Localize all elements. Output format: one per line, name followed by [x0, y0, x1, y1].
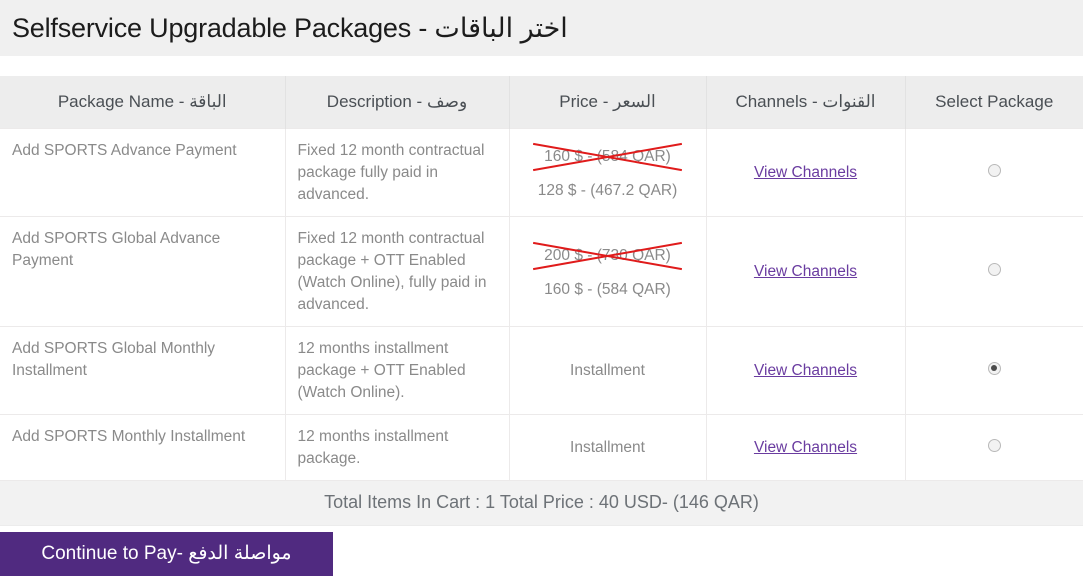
- select-package-radio[interactable]: [987, 438, 1001, 452]
- package-name-cell: Add SPORTS Global Monthly Installment: [0, 325, 286, 415]
- original-price-text: 160 $ - (584 QAR): [544, 147, 671, 165]
- table-header: Package Name - الباقة Description - وصف …: [0, 76, 1083, 128]
- original-price-text: 200 $ - (730 QAR): [544, 246, 671, 264]
- original-price-struck: 200 $ - (730 QAR): [533, 241, 682, 270]
- package-name-cell: Add SPORTS Advance Payment: [0, 127, 286, 217]
- package-description-cell: Fixed 12 month contractual package fully…: [284, 127, 510, 217]
- discounted-price-text: 160 $ - (584 QAR): [544, 280, 671, 298]
- view-channels-link[interactable]: View Channels: [754, 439, 857, 456]
- package-price-cell: 200 $ - (730 QAR) 160 $ - (584 QAR): [508, 215, 707, 327]
- original-price-struck: 160 $ - (584 QAR): [533, 142, 682, 171]
- package-description-cell: Fixed 12 month contractual package + OTT…: [284, 215, 510, 327]
- table-row: Add SPORTS Advance Payment Fixed 12 month…: [0, 127, 1083, 217]
- table-footer: Total Items In Cart : 1 Total Price : 40…: [0, 479, 1083, 526]
- package-description-cell: 12 months installment package.: [284, 413, 510, 481]
- packages-table-container: Package Name - الباقة Description - وصف …: [0, 76, 1083, 526]
- select-package-radio[interactable]: [987, 361, 1001, 375]
- column-header-select-package: Select Package: [904, 76, 1083, 128]
- page-title: Selfservice Upgradable Packages - اختر ا…: [12, 12, 568, 43]
- package-select-cell: [904, 215, 1083, 327]
- total-summary-text: Total Items In Cart : 1 Total Price : 40…: [0, 479, 1083, 526]
- price-text: Installment: [570, 438, 645, 456]
- package-price-cell: 160 $ - (584 QAR) 128 $ - (467.2 QAR): [508, 127, 707, 217]
- select-package-radio[interactable]: [987, 163, 1001, 177]
- page-title-band: Selfservice Upgradable Packages - اختر ا…: [0, 0, 1083, 56]
- package-channels-cell: View Channels: [705, 325, 906, 415]
- view-channels-link[interactable]: View Channels: [754, 362, 857, 379]
- packages-table: Package Name - الباقة Description - وصف …: [0, 76, 1083, 526]
- table-header-row: Package Name - الباقة Description - وصف …: [0, 76, 1083, 128]
- continue-to-pay-button[interactable]: Continue to Pay- مواصلة الدفع: [0, 531, 333, 576]
- column-header-description: Description - وصف: [284, 76, 510, 128]
- table-body: Add SPORTS Advance Payment Fixed 12 month…: [0, 127, 1083, 481]
- column-header-channels: Channels - القنوات: [705, 76, 906, 128]
- package-description-cell: 12 months installment package + OTT Enab…: [284, 325, 510, 415]
- package-channels-cell: View Channels: [705, 215, 906, 327]
- column-header-price: Price - السعر: [508, 76, 707, 128]
- package-price-cell: Installment: [508, 325, 707, 415]
- pay-bar: Continue to Pay- مواصلة الدفع: [0, 531, 1083, 576]
- package-price-cell: Installment: [508, 413, 707, 481]
- view-channels-link[interactable]: View Channels: [754, 164, 857, 181]
- total-row: Total Items In Cart : 1 Total Price : 40…: [0, 479, 1083, 526]
- package-channels-cell: View Channels: [705, 413, 906, 481]
- package-select-cell: [904, 127, 1083, 217]
- package-channels-cell: View Channels: [705, 127, 906, 217]
- table-row: Add SPORTS Global Monthly Installment 12 …: [0, 325, 1083, 415]
- price-text: Installment: [570, 361, 645, 379]
- select-package-radio[interactable]: [987, 262, 1001, 276]
- view-channels-link[interactable]: View Channels: [754, 263, 857, 280]
- package-name-cell: Add SPORTS Global Advance Payment: [0, 215, 286, 327]
- table-row: Add SPORTS Monthly Installment 12 months …: [0, 413, 1083, 481]
- table-row: Add SPORTS Global Advance Payment Fixed 1…: [0, 215, 1083, 327]
- package-select-cell: [904, 325, 1083, 415]
- package-select-cell: [904, 413, 1083, 481]
- package-name-cell: Add SPORTS Monthly Installment: [0, 413, 286, 481]
- discounted-price-text: 128 $ - (467.2 QAR): [537, 181, 678, 199]
- column-header-package-name: Package Name - الباقة: [0, 76, 286, 128]
